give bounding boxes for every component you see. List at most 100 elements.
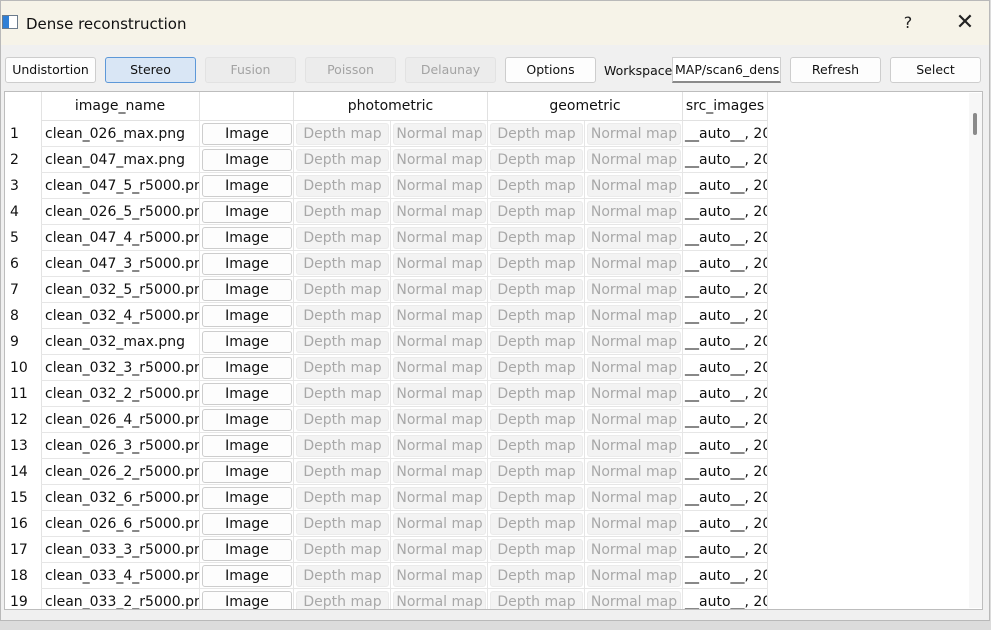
image-button[interactable]: Image (202, 487, 292, 509)
header-image-name[interactable]: image_name (41, 92, 200, 121)
geometric-normal-map-button[interactable]: Normal map (587, 331, 681, 353)
photometric-depth-map-button[interactable]: Depth map (296, 331, 389, 353)
image-button[interactable]: Image (202, 279, 292, 301)
geometric-normal-map-button[interactable]: Normal map (587, 539, 681, 561)
poisson-button[interactable]: Poisson (305, 57, 396, 83)
geometric-normal-map-button[interactable]: Normal map (587, 149, 681, 171)
photometric-normal-map-button[interactable]: Normal map (393, 201, 486, 223)
image-button[interactable]: Image (202, 331, 292, 353)
image-button[interactable]: Image (202, 565, 292, 587)
photometric-depth-map-button[interactable]: Depth map (296, 175, 389, 197)
photometric-normal-map-button[interactable]: Normal map (393, 227, 486, 249)
geometric-normal-map-button[interactable]: Normal map (587, 487, 681, 509)
photometric-depth-map-button[interactable]: Depth map (296, 357, 389, 379)
photometric-depth-map-button[interactable]: Depth map (296, 279, 389, 301)
photometric-depth-map-button[interactable]: Depth map (296, 123, 389, 145)
geometric-depth-map-button[interactable]: Depth map (490, 383, 583, 405)
geometric-normal-map-button[interactable]: Normal map (587, 227, 681, 249)
photometric-normal-map-button[interactable]: Normal map (393, 383, 486, 405)
close-icon[interactable]: ✕ (952, 10, 978, 36)
photometric-depth-map-button[interactable]: Depth map (296, 565, 389, 587)
geometric-normal-map-button[interactable]: Normal map (587, 565, 681, 587)
geometric-depth-map-button[interactable]: Depth map (490, 513, 583, 535)
photometric-depth-map-button[interactable]: Depth map (296, 305, 389, 327)
geometric-depth-map-button[interactable]: Depth map (490, 149, 583, 171)
geometric-depth-map-button[interactable]: Depth map (490, 305, 583, 327)
image-button[interactable]: Image (202, 357, 292, 379)
vertical-scrollbar[interactable] (969, 93, 982, 608)
photometric-depth-map-button[interactable]: Depth map (296, 539, 389, 561)
image-button[interactable]: Image (202, 201, 292, 223)
image-button[interactable]: Image (202, 227, 292, 249)
photometric-normal-map-button[interactable]: Normal map (393, 591, 486, 609)
geometric-normal-map-button[interactable]: Normal map (587, 513, 681, 535)
geometric-normal-map-button[interactable]: Normal map (587, 409, 681, 431)
photometric-normal-map-button[interactable]: Normal map (393, 175, 486, 197)
image-button[interactable]: Image (202, 591, 292, 609)
geometric-depth-map-button[interactable]: Depth map (490, 565, 583, 587)
photometric-depth-map-button[interactable]: Depth map (296, 201, 389, 223)
photometric-normal-map-button[interactable]: Normal map (393, 123, 486, 145)
photometric-depth-map-button[interactable]: Depth map (296, 461, 389, 483)
geometric-normal-map-button[interactable]: Normal map (587, 435, 681, 457)
photometric-normal-map-button[interactable]: Normal map (393, 565, 486, 587)
geometric-normal-map-button[interactable]: Normal map (587, 305, 681, 327)
geometric-normal-map-button[interactable]: Normal map (587, 591, 681, 609)
photometric-depth-map-button[interactable]: Depth map (296, 409, 389, 431)
geometric-normal-map-button[interactable]: Normal map (587, 357, 681, 379)
geometric-depth-map-button[interactable]: Depth map (490, 201, 583, 223)
photometric-normal-map-button[interactable]: Normal map (393, 305, 486, 327)
image-button[interactable]: Image (202, 409, 292, 431)
photometric-normal-map-button[interactable]: Normal map (393, 357, 486, 379)
photometric-depth-map-button[interactable]: Depth map (296, 149, 389, 171)
header-src-images[interactable]: src_images (683, 92, 768, 121)
photometric-normal-map-button[interactable]: Normal map (393, 435, 486, 457)
header-image[interactable] (200, 92, 294, 121)
geometric-depth-map-button[interactable]: Depth map (490, 331, 583, 353)
geometric-depth-map-button[interactable]: Depth map (490, 409, 583, 431)
photometric-normal-map-button[interactable]: Normal map (393, 149, 486, 171)
stereo-button[interactable]: Stereo (105, 57, 196, 83)
photometric-normal-map-button[interactable]: Normal map (393, 409, 486, 431)
image-button[interactable]: Image (202, 461, 292, 483)
workspace-field[interactable]: MAP/scan6_dense (672, 57, 781, 83)
geometric-normal-map-button[interactable]: Normal map (587, 383, 681, 405)
photometric-normal-map-button[interactable]: Normal map (393, 539, 486, 561)
photometric-normal-map-button[interactable]: Normal map (393, 461, 486, 483)
photometric-depth-map-button[interactable]: Depth map (296, 435, 389, 457)
geometric-depth-map-button[interactable]: Depth map (490, 461, 583, 483)
geometric-normal-map-button[interactable]: Normal map (587, 253, 681, 275)
geometric-depth-map-button[interactable]: Depth map (490, 435, 583, 457)
photometric-normal-map-button[interactable]: Normal map (393, 487, 486, 509)
undistortion-button[interactable]: Undistortion (5, 57, 96, 83)
geometric-depth-map-button[interactable]: Depth map (490, 123, 583, 145)
geometric-depth-map-button[interactable]: Depth map (490, 487, 583, 509)
image-button[interactable]: Image (202, 123, 292, 145)
photometric-depth-map-button[interactable]: Depth map (296, 591, 389, 609)
geometric-depth-map-button[interactable]: Depth map (490, 253, 583, 275)
geometric-normal-map-button[interactable]: Normal map (587, 279, 681, 301)
fusion-button[interactable]: Fusion (205, 57, 296, 83)
geometric-normal-map-button[interactable]: Normal map (587, 123, 681, 145)
geometric-depth-map-button[interactable]: Depth map (490, 539, 583, 561)
geometric-depth-map-button[interactable]: Depth map (490, 357, 583, 379)
image-button[interactable]: Image (202, 513, 292, 535)
image-button[interactable]: Image (202, 175, 292, 197)
geometric-normal-map-button[interactable]: Normal map (587, 201, 681, 223)
select-button[interactable]: Select (890, 57, 981, 83)
photometric-normal-map-button[interactable]: Normal map (393, 513, 486, 535)
geometric-depth-map-button[interactable]: Depth map (490, 591, 583, 609)
geometric-normal-map-button[interactable]: Normal map (587, 175, 681, 197)
photometric-depth-map-button[interactable]: Depth map (296, 513, 389, 535)
photometric-normal-map-button[interactable]: Normal map (393, 331, 486, 353)
options-button[interactable]: Options (505, 57, 596, 83)
refresh-button[interactable]: Refresh (790, 57, 881, 83)
image-button[interactable]: Image (202, 305, 292, 327)
image-button[interactable]: Image (202, 383, 292, 405)
image-button[interactable]: Image (202, 435, 292, 457)
image-button[interactable]: Image (202, 149, 292, 171)
delaunay-button[interactable]: Delaunay (405, 57, 496, 83)
image-button[interactable]: Image (202, 253, 292, 275)
geometric-depth-map-button[interactable]: Depth map (490, 227, 583, 249)
image-button[interactable]: Image (202, 539, 292, 561)
